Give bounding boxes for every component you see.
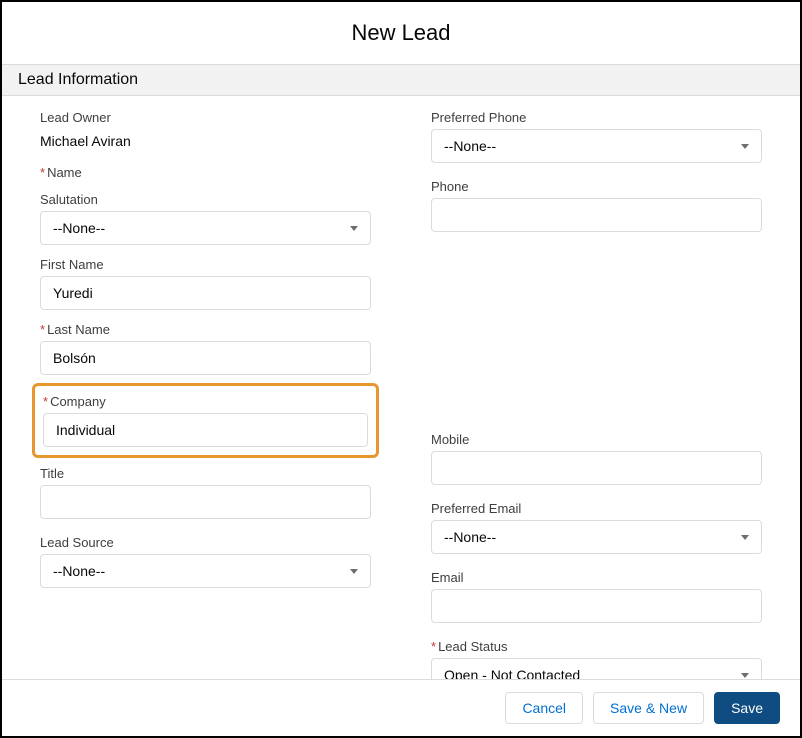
required-asterisk: * (40, 165, 45, 180)
email-input[interactable] (431, 589, 762, 623)
cancel-button[interactable]: Cancel (505, 692, 583, 724)
label-preferred-email: Preferred Email (431, 501, 762, 516)
preferred-email-value: --None-- (444, 529, 496, 545)
chevron-down-icon (350, 569, 358, 574)
field-preferred-email: Preferred Email --None-- (431, 501, 762, 554)
chevron-down-icon (741, 673, 749, 678)
section-header-lead-information: Lead Information (2, 64, 800, 96)
field-name: *Name Salutation --None-- First Name *La… (40, 165, 371, 375)
field-phone: Phone (431, 179, 762, 232)
preferred-phone-value: --None-- (444, 138, 496, 154)
label-lead-owner: Lead Owner (40, 110, 371, 125)
required-asterisk: * (43, 394, 48, 409)
form-body: Lead Owner Michael Aviran *Name Salutati… (2, 96, 800, 708)
dialog-title: New Lead (2, 2, 800, 64)
phone-input[interactable] (431, 198, 762, 232)
field-mobile: Mobile (431, 432, 762, 485)
required-asterisk: * (40, 322, 45, 337)
label-last-name: *Last Name (40, 322, 371, 337)
label-name: *Name (40, 165, 371, 180)
label-first-name: First Name (40, 257, 371, 272)
company-highlight: *Company (32, 383, 379, 458)
label-phone: Phone (431, 179, 762, 194)
required-asterisk: * (431, 639, 436, 654)
label-preferred-phone: Preferred Phone (431, 110, 762, 125)
label-company: *Company (43, 394, 368, 409)
save-button[interactable]: Save (714, 692, 780, 724)
label-lead-status: *Lead Status (431, 639, 762, 654)
label-lead-source: Lead Source (40, 535, 371, 550)
value-lead-owner: Michael Aviran (40, 129, 371, 149)
chevron-down-icon (350, 226, 358, 231)
preferred-email-select[interactable]: --None-- (431, 520, 762, 554)
preferred-phone-select[interactable]: --None-- (431, 129, 762, 163)
dialog-footer: Cancel Save & New Save (2, 679, 800, 736)
salutation-select[interactable]: --None-- (40, 211, 371, 245)
field-email: Email (431, 570, 762, 623)
chevron-down-icon (741, 144, 749, 149)
salutation-value: --None-- (53, 220, 105, 236)
lead-source-value: --None-- (53, 563, 105, 579)
label-salutation: Salutation (40, 192, 371, 207)
field-preferred-phone: Preferred Phone --None-- (431, 110, 762, 163)
save-and-new-button[interactable]: Save & New (593, 692, 704, 724)
chevron-down-icon (741, 535, 749, 540)
label-title: Title (40, 466, 371, 481)
field-lead-owner: Lead Owner Michael Aviran (40, 110, 371, 149)
lead-source-select[interactable]: --None-- (40, 554, 371, 588)
first-name-input[interactable] (40, 276, 371, 310)
title-input[interactable] (40, 485, 371, 519)
label-email: Email (431, 570, 762, 585)
right-column: Preferred Phone --None-- Phone Mobile Pr… (401, 110, 792, 708)
company-input[interactable] (43, 413, 368, 447)
field-lead-source: Lead Source --None-- (40, 535, 371, 588)
field-company: *Company (43, 394, 368, 447)
label-mobile: Mobile (431, 432, 762, 447)
last-name-input[interactable] (40, 341, 371, 375)
mobile-input[interactable] (431, 451, 762, 485)
left-column: Lead Owner Michael Aviran *Name Salutati… (10, 110, 401, 708)
field-title: Title (40, 466, 371, 519)
